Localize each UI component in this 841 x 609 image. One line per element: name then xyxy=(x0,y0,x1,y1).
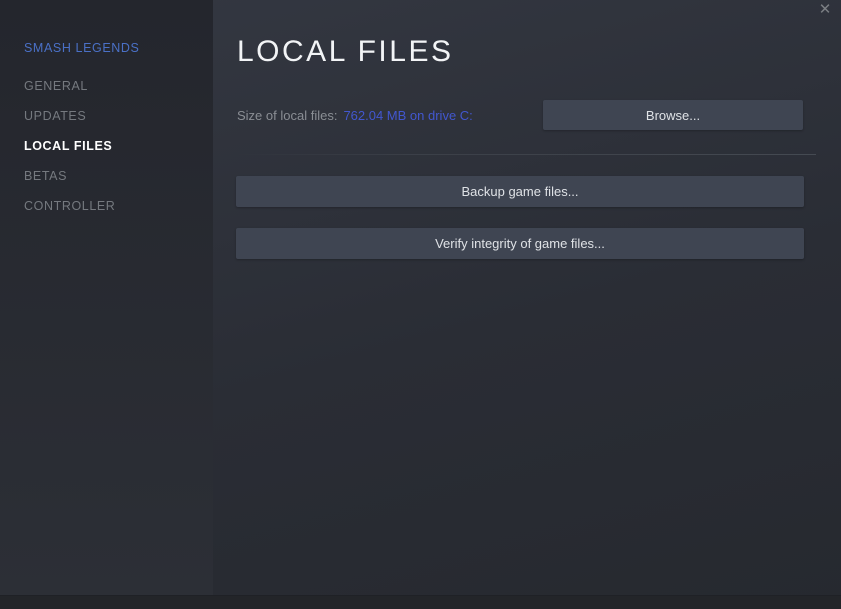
sidebar-item-local-files[interactable]: LOCAL FILES xyxy=(0,131,213,161)
browse-button[interactable]: Browse... xyxy=(543,100,803,130)
size-of-local-files-row: Size of local files: 762.04 MB on drive … xyxy=(237,100,473,130)
size-label: Size of local files: xyxy=(237,107,338,123)
page-title: LOCAL FILES xyxy=(237,35,454,68)
local-files-panel: ✕ LOCAL FILES Size of local files: 762.0… xyxy=(213,0,841,595)
bottom-bar xyxy=(0,595,841,609)
sidebar-item-betas[interactable]: BETAS xyxy=(0,161,213,191)
sidebar: SMASH LEGENDS GENERAL UPDATES LOCAL FILE… xyxy=(0,0,213,595)
verify-integrity-button[interactable]: Verify integrity of game files... xyxy=(236,228,804,259)
backup-game-files-button[interactable]: Backup game files... xyxy=(236,176,804,207)
sidebar-game-title[interactable]: SMASH LEGENDS xyxy=(24,41,139,55)
game-properties-window: SMASH LEGENDS GENERAL UPDATES LOCAL FILE… xyxy=(0,0,841,609)
section-divider xyxy=(237,154,816,155)
sidebar-item-controller[interactable]: CONTROLLER xyxy=(0,191,213,221)
sidebar-item-general[interactable]: GENERAL xyxy=(0,71,213,101)
sidebar-nav: GENERAL UPDATES LOCAL FILES BETAS CONTRO… xyxy=(0,71,213,221)
sidebar-item-updates[interactable]: UPDATES xyxy=(0,101,213,131)
close-icon[interactable]: ✕ xyxy=(816,1,834,19)
size-value: 762.04 MB on drive C: xyxy=(343,107,473,123)
